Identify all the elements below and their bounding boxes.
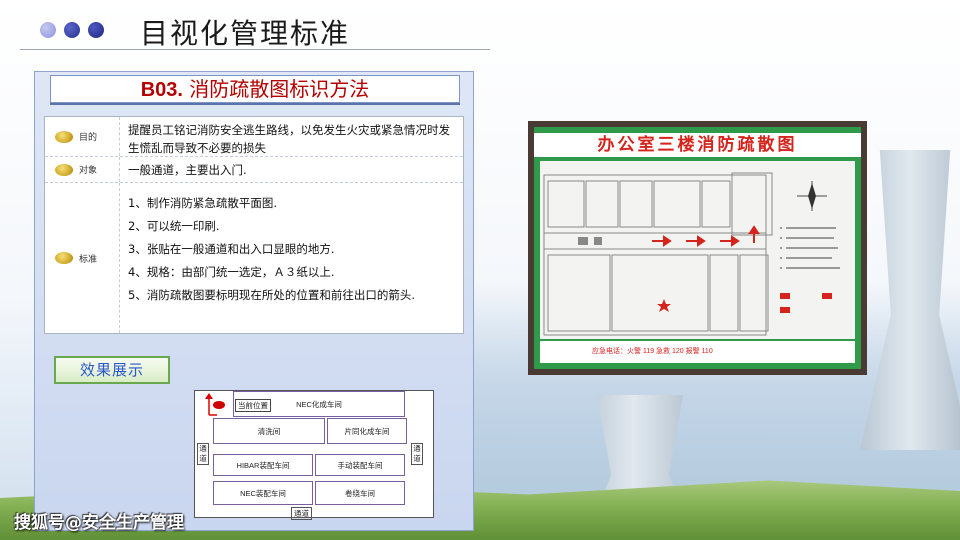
- room: HIBAR装配车间: [213, 454, 313, 476]
- coin-icon: [55, 163, 73, 176]
- evacuation-map-graphic: [543, 172, 840, 336]
- dot-icon: [64, 22, 80, 38]
- row-text: 一般通道，主要出入门.: [128, 163, 247, 177]
- table-row: 目的 提醒员工铭记消防安全逃生路线，以免发生火灾或紧急情况时发生慌乱而导致不必要…: [45, 117, 463, 157]
- room: NEC化成车间: [233, 391, 405, 417]
- coin-icon: [55, 252, 73, 264]
- effect-display-button[interactable]: 效果展示: [54, 356, 170, 384]
- row-text: 提醒员工铭记消防安全逃生路线，以免发生火灾或紧急情况时发生慌乱而导致不必要的损失: [128, 123, 450, 155]
- table-row: 标准 1、制作消防紧急疏散平面图. 2、可以统一印刷. 3、张贴在一般通道和出入…: [45, 183, 463, 333]
- section-name: 消防疏散图标识方法: [182, 77, 370, 101]
- page-title: 目视化管理标准: [140, 17, 351, 50]
- standard-list: 1、制作消防紧急疏散平面图. 2、可以统一印刷. 3、张贴在一般通道和出入口显眼…: [120, 183, 463, 333]
- list-item: 2、可以统一印刷.: [128, 219, 220, 233]
- table-row: 对象 一般通道，主要出入门.: [45, 157, 463, 183]
- corridor-label: 通道: [197, 443, 209, 465]
- room: 卷绕车间: [315, 481, 405, 505]
- section-code: B03.: [140, 79, 183, 101]
- dot-icon: [40, 22, 56, 38]
- row-label: 目的: [79, 133, 98, 143]
- room: 片同化成车间: [327, 418, 407, 444]
- title-divider: [20, 49, 490, 50]
- standard-table: 目的 提醒员工铭记消防安全逃生路线，以免发生火灾或紧急情况时发生慌乱而导致不必要…: [44, 116, 464, 334]
- room: 手动装配车间: [315, 454, 405, 476]
- header-dots: [40, 22, 104, 38]
- corridor-label: 通道: [291, 507, 312, 520]
- section-heading: B03. 消防疏散图标识方法: [50, 75, 460, 103]
- evacuation-sign-photo: 办公室三楼消防疏散图 应急电话：火警 119 急救 120 报警 110: [528, 121, 867, 375]
- list-item: 1、制作消防紧急疏散平面图.: [128, 196, 277, 210]
- dot-icon: [88, 22, 104, 38]
- corridor-label: 通道: [411, 443, 423, 465]
- row-label: 对象: [79, 166, 98, 176]
- sign-floor-map: [540, 161, 855, 339]
- row-label: 标准: [79, 254, 98, 265]
- coin-icon: [55, 130, 73, 143]
- list-item: 4、规格：由部门统一选定，Ａ３纸以上.: [128, 265, 335, 279]
- watermark: 搜狐号@安全生产管理: [14, 513, 184, 533]
- floor-plan-example: 当前位置 NEC化成车间 清洗间 片同化成车间 通道 通道 HIBAR装配车间 …: [194, 390, 434, 520]
- room: 清洗间: [213, 418, 325, 444]
- list-item: 5、消防疏散图要标明现在所处的位置和前往出口的箭头.: [128, 288, 415, 302]
- list-item: 3、张贴在一般通道和出入口显眼的地方.: [128, 242, 335, 256]
- sign-emergency-numbers: 应急电话：火警 119 急救 120 报警 110: [540, 341, 855, 363]
- sign-title: 办公室三楼消防疏散图: [534, 133, 861, 157]
- room: NEC装配车间: [213, 481, 313, 505]
